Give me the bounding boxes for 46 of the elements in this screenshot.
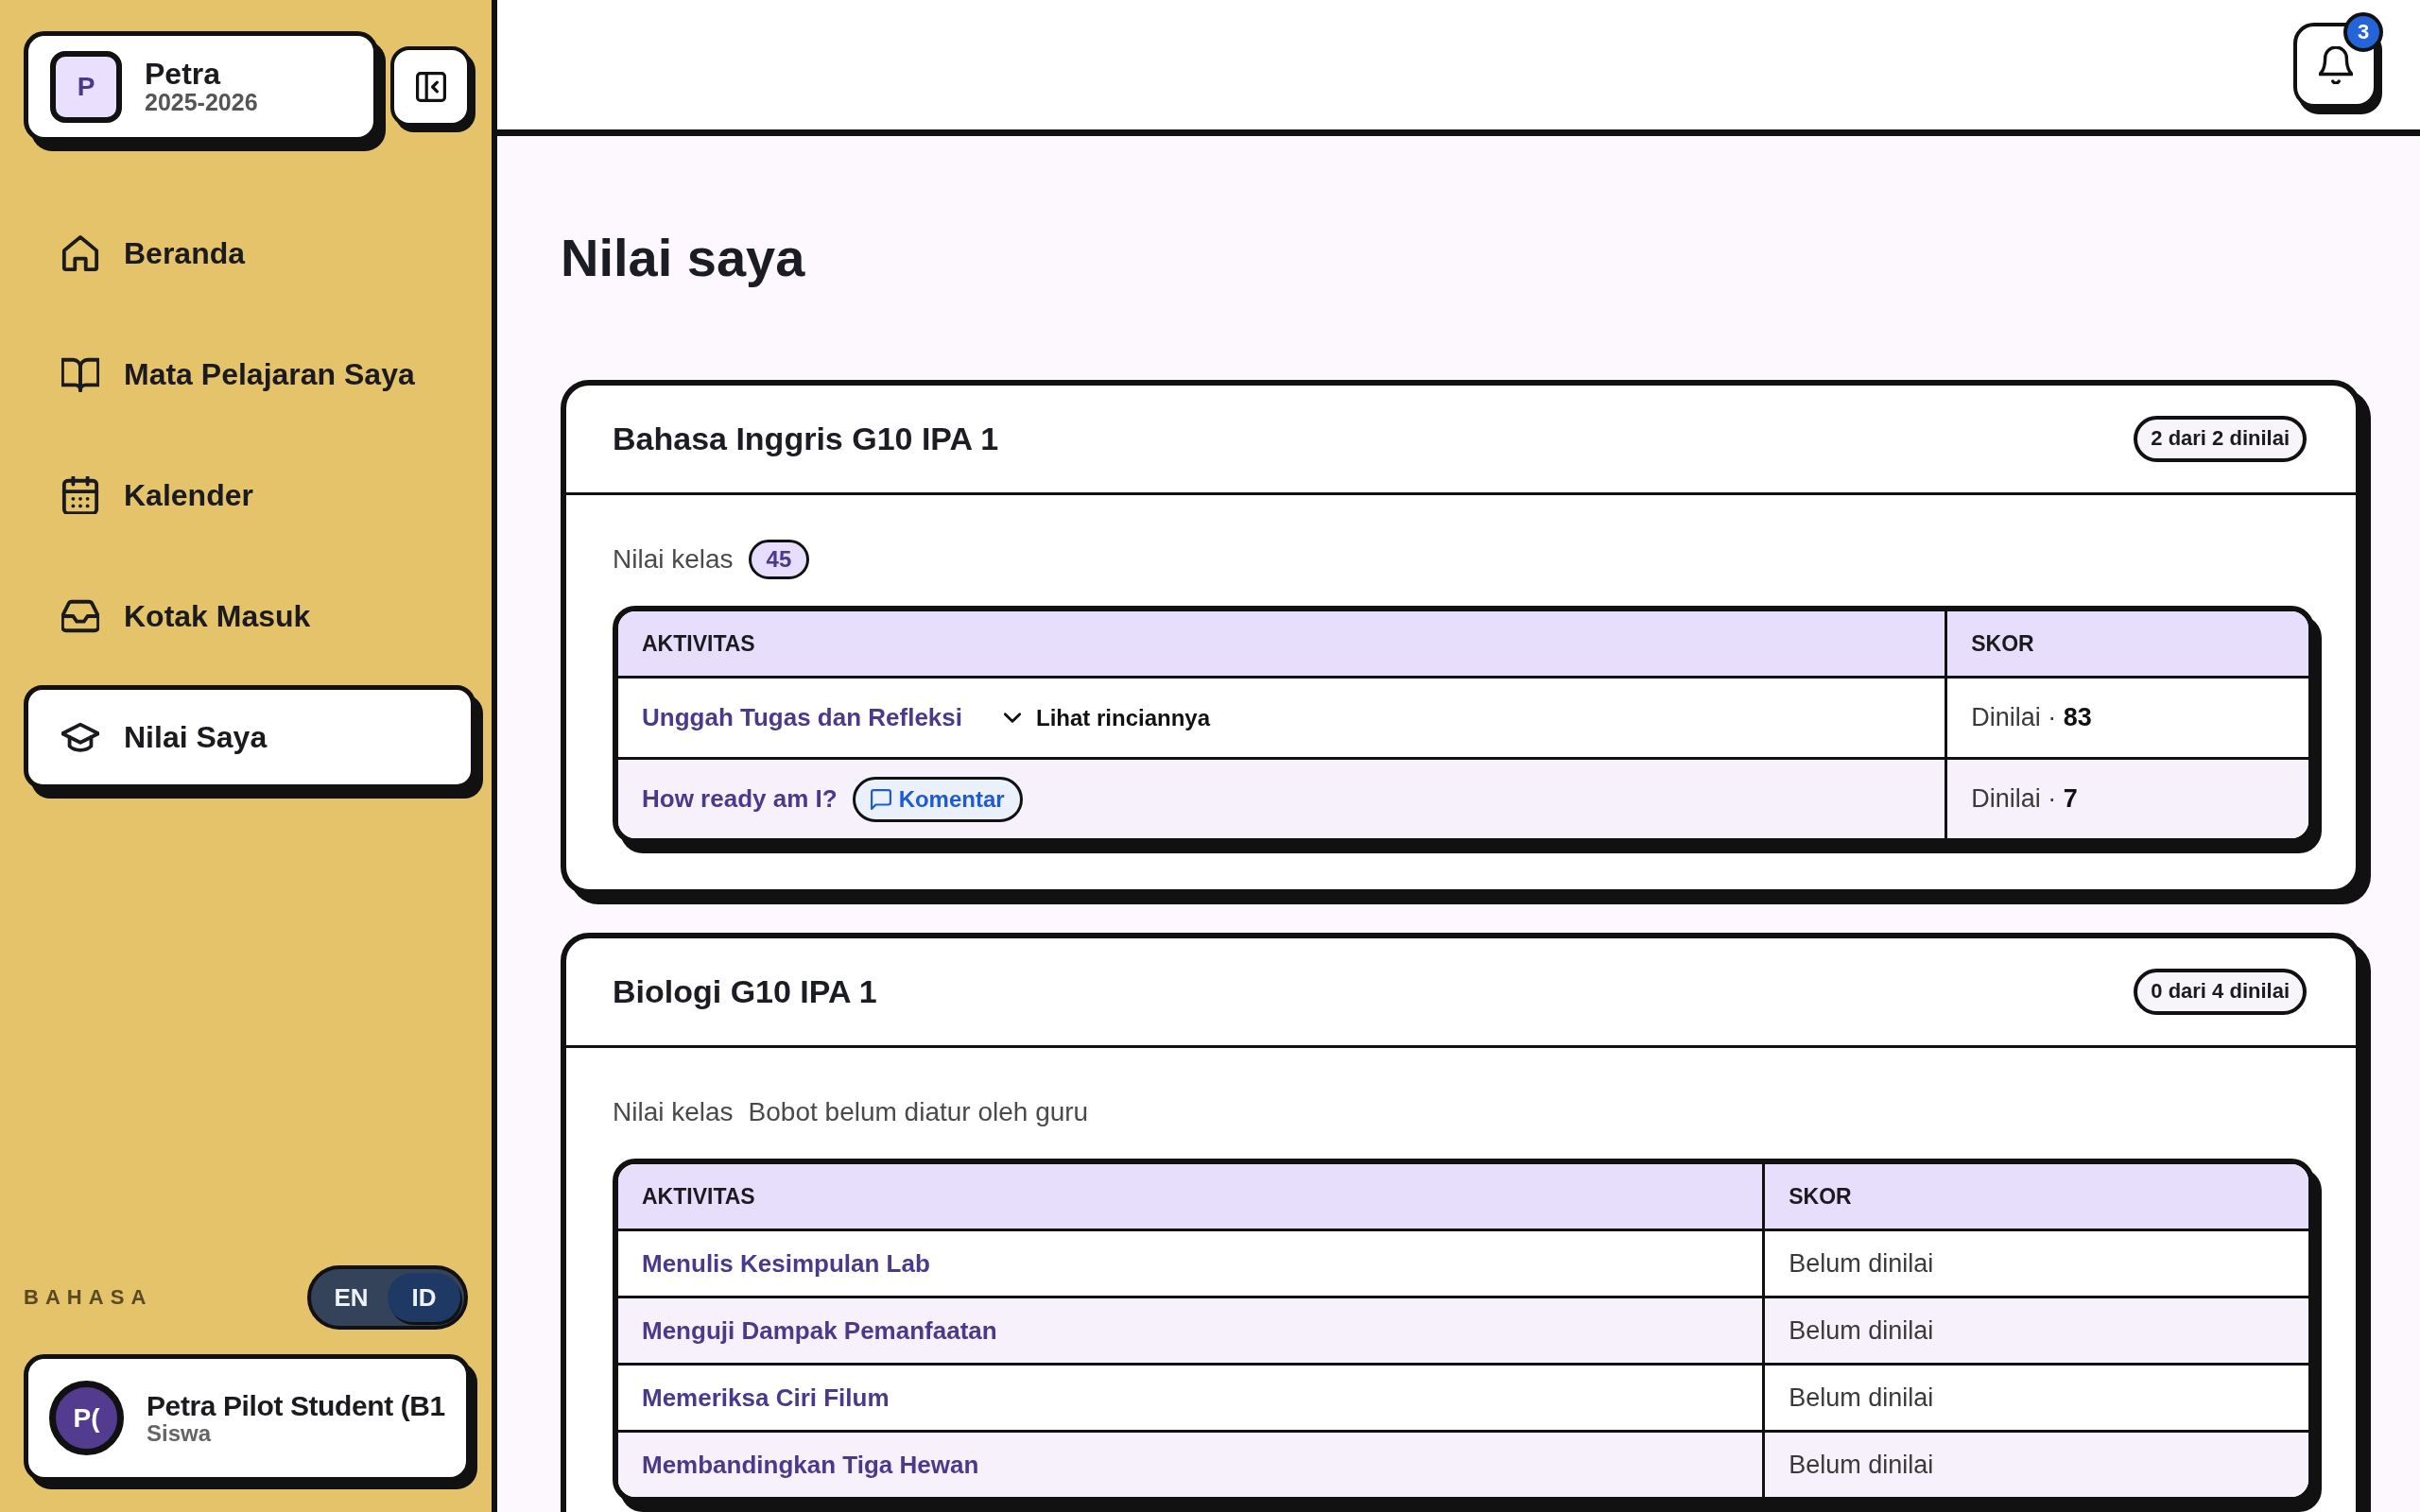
activity-link[interactable]: Membandingkan Tiga Hewan (642, 1450, 979, 1480)
collapse-sidebar-icon (415, 71, 446, 102)
column-header: AKTIVITAS (618, 611, 1948, 679)
graded-count-badge: 2 dari 2 dinilai (2134, 416, 2307, 462)
bell-icon (2318, 46, 2353, 84)
school-avatar: P (50, 50, 122, 123)
school-year: 2025-2026 (145, 90, 258, 116)
class-grade-label: Nilai kelas (613, 1097, 734, 1127)
score-cell: Belum dinilai (1765, 1433, 2308, 1497)
activity-link[interactable]: Unggah Tugas dan Refleksi (642, 703, 962, 732)
activity-link[interactable]: Menguji Dampak Pemanfaatan (642, 1315, 997, 1346)
class-grade-note: Bobot belum diatur oleh guru (748, 1097, 1089, 1127)
home-icon (61, 234, 99, 272)
activity-link[interactable]: How ready am I? (642, 784, 838, 814)
graded-count-badge: 0 dari 4 dinilai (2134, 969, 2307, 1015)
course-title: Biologi G10 IPA 1 (613, 973, 877, 1010)
nav-item[interactable]: Mata Pelajaran Saya (24, 322, 475, 426)
comment-icon (870, 788, 891, 810)
chevron-icon (1004, 713, 1021, 723)
user-name: Petra Pilot Student (B1 (147, 1389, 445, 1421)
user-role: Siswa (147, 1420, 213, 1447)
class-grade-label: Nilai kelas (613, 544, 734, 575)
comment-button[interactable]: Komentar (852, 776, 1023, 822)
language-option[interactable]: EN (315, 1273, 388, 1322)
calendar-icon (61, 476, 99, 514)
nav-item[interactable]: Beranda (24, 201, 475, 305)
activity-link[interactable]: Menulis Kesimpulan Lab (642, 1248, 930, 1279)
column-header: SKOR (1765, 1164, 2308, 1231)
class-grade-badge: 45 (748, 539, 810, 580)
score-cell: Belum dinilai (1765, 1298, 2308, 1366)
nav-item[interactable]: Kalender (24, 443, 475, 547)
language-option[interactable]: ID (388, 1273, 460, 1322)
course-title: Bahasa Inggris G10 IPA 1 (613, 421, 999, 457)
notification-count-badge: 3 (2343, 12, 2383, 52)
score-cell: Dinilai · 7 (1947, 760, 2308, 838)
details-toggle[interactable]: Lihat rinciannya (1004, 704, 1211, 731)
language-label: BAHASA (24, 1285, 153, 1310)
column-header: AKTIVITAS (618, 1164, 1766, 1231)
open-book-icon (61, 355, 99, 393)
nav-item[interactable]: Kotak Masuk (24, 564, 475, 668)
user-avatar: P( (49, 1381, 124, 1455)
column-header: SKOR (1947, 611, 2308, 679)
page-title: Nilai saya (561, 227, 805, 289)
activity-link[interactable]: Memeriksa Ciri Filum (642, 1383, 890, 1413)
school-name: Petra (145, 57, 222, 91)
inbox-icon (61, 597, 99, 635)
